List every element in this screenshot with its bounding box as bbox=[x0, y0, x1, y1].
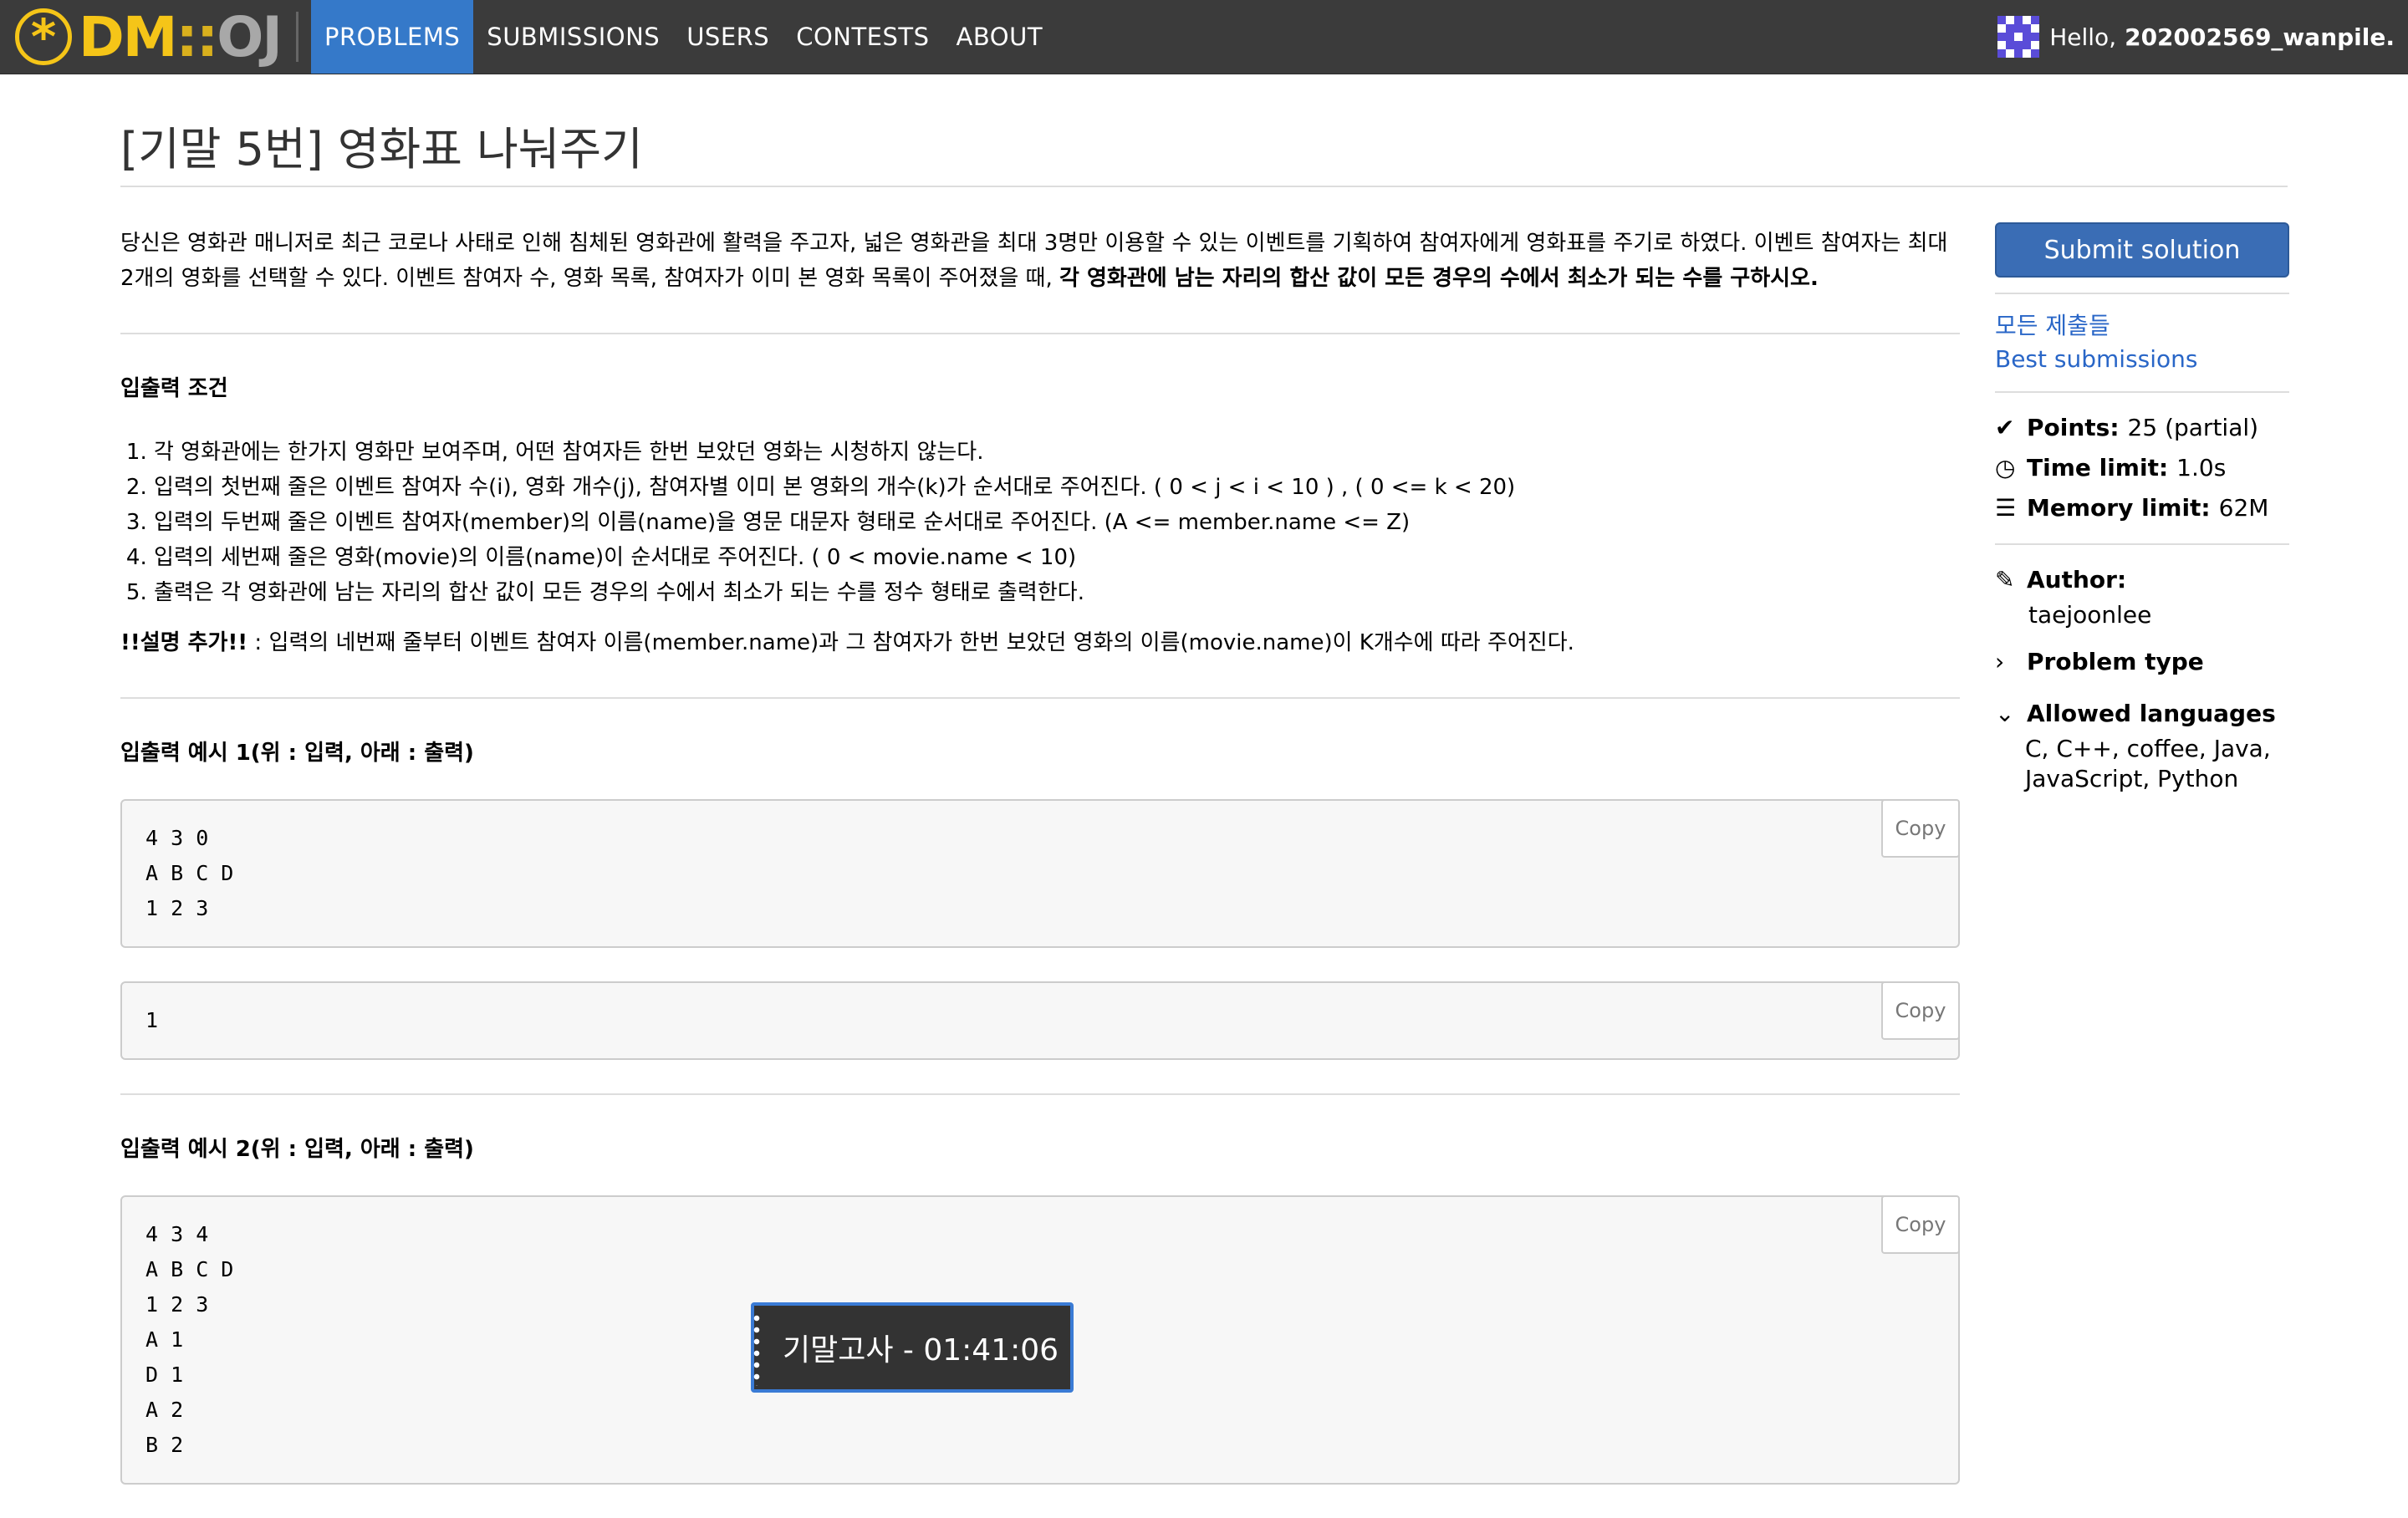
problem-intro: 당신은 영화관 매니저로 최근 코로나 사태로 인해 침체된 영화관에 활력을 … bbox=[120, 226, 1960, 296]
nav-users[interactable]: USERS bbox=[673, 0, 783, 74]
author-row: ✎ Author: bbox=[1995, 560, 2289, 600]
time-label: Time limit: bbox=[2027, 454, 2169, 481]
divider bbox=[1995, 391, 2289, 393]
list-item: 입력의 첫번째 줄은 이벤트 참여자 수(i), 영화 개수(j), 참여자별 … bbox=[154, 470, 1960, 505]
allowed-languages-label: Allowed languages bbox=[2027, 700, 2276, 727]
user-menu[interactable]: Hello, 202002569_wanpile. bbox=[1997, 0, 2395, 74]
extra-note: !!설명 추가!! : 입력의 네번째 줄부터 이벤트 참여자 이름(membe… bbox=[120, 625, 1960, 660]
drag-handle[interactable] bbox=[752, 1312, 761, 1386]
divider bbox=[1995, 293, 2289, 294]
intro-bold: 각 영화관에 남는 자리의 합산 값이 모든 경우의 수에서 최소가 되는 수를… bbox=[1059, 266, 1819, 291]
clock-icon: ◷ bbox=[1995, 454, 2016, 481]
logo-divider bbox=[296, 12, 298, 62]
top-navbar: * DM::OJ PROBLEMS SUBMISSIONS USERS CONT… bbox=[0, 0, 2408, 74]
greeting: Hello, bbox=[2049, 23, 2117, 51]
asterisk-logo-icon: * bbox=[15, 8, 72, 65]
points-row: ✔ Points: 25 (partial) bbox=[1995, 408, 2289, 448]
example1-input: 4 3 0 A B C D 1 2 3 Copy bbox=[120, 799, 1960, 948]
allowed-languages-toggle[interactable]: ⌄ Allowed languages bbox=[1995, 694, 2289, 734]
list-item: 출력은 각 영화관에 남는 자리의 합산 값이 모든 경우의 수에서 최소가 되… bbox=[154, 575, 1960, 610]
list-item: 각 영화관에는 한가지 영화만 보여주며, 어떤 참여자든 한번 보았던 영화는… bbox=[154, 435, 1960, 470]
divider bbox=[120, 697, 1960, 699]
problem-type-toggle[interactable]: › Problem type bbox=[1995, 642, 2289, 682]
example1-input-text: 4 3 0 A B C D 1 2 3 bbox=[145, 826, 234, 920]
problem-sidebar: Submit solution 모든 제출들 Best submissions … bbox=[1995, 222, 2289, 794]
nav-about[interactable]: ABOUT bbox=[943, 0, 1057, 74]
problem-type-label: Problem type bbox=[2027, 648, 2204, 675]
chevron-right-icon: › bbox=[1995, 648, 2005, 675]
check-icon: ✔ bbox=[1995, 414, 2015, 441]
nav-menu: PROBLEMS SUBMISSIONS USERS CONTESTS ABOU… bbox=[311, 0, 1056, 74]
page-title: [기말 5번] 영화표 나눠주기 bbox=[120, 123, 643, 176]
example2-heading: 입출력 예시 2(위 : 입력, 아래 : 출력) bbox=[120, 1137, 474, 1162]
example1-heading: 입출력 예시 1(위 : 입력, 아래 : 출력) bbox=[120, 741, 474, 766]
nav-problems[interactable]: PROBLEMS bbox=[311, 0, 474, 74]
logo-oj: OJ bbox=[217, 4, 283, 69]
logo-text: DM::OJ bbox=[79, 4, 283, 69]
title-divider bbox=[120, 186, 2288, 187]
memory-limit-row: ☰ Memory limit: 62M bbox=[1995, 488, 2289, 528]
copy-button[interactable]: Copy bbox=[1881, 981, 1960, 1040]
io-heading: 입출력 조건 bbox=[120, 376, 228, 401]
time-value: 1.0s bbox=[2176, 454, 2227, 481]
points-value: 25 (partial) bbox=[2127, 414, 2259, 441]
nav-submissions[interactable]: SUBMISSIONS bbox=[473, 0, 673, 74]
all-submissions-link[interactable]: 모든 제출들 bbox=[1995, 309, 2289, 343]
logo-sep: :: bbox=[176, 4, 218, 69]
allowed-languages-list: C, C++, coffee, Java, JavaScript, Python bbox=[2025, 735, 2271, 792]
example2-input-text: 4 3 4 A B C D 1 2 3 A 1 D 1 A 2 B 2 bbox=[145, 1222, 234, 1457]
logo-dm: DM bbox=[79, 4, 177, 69]
io-conditions-list: 각 영화관에는 한가지 영화만 보여주며, 어떤 참여자든 한번 보았던 영화는… bbox=[120, 435, 1960, 610]
time-limit-row: ◷ Time limit: 1.0s bbox=[1995, 448, 2289, 488]
nav-contests[interactable]: CONTESTS bbox=[783, 0, 942, 74]
memory-label: Memory limit: bbox=[2027, 494, 2211, 522]
author-label: Author: bbox=[2027, 566, 2127, 593]
example1-output-text: 1 bbox=[145, 1008, 159, 1032]
note-bold: !!설명 추가!! bbox=[120, 630, 248, 655]
divider bbox=[120, 333, 1960, 334]
timer-text: 기말고사 - 01:41:06 bbox=[783, 1333, 1059, 1368]
server-icon: ☰ bbox=[1995, 494, 2017, 522]
list-item: 입력의 세번째 줄은 영화(movie)의 이름(name)이 순서대로 주어진… bbox=[154, 540, 1960, 575]
points-label: Points: bbox=[2027, 414, 2120, 441]
site-logo[interactable]: * DM::OJ bbox=[15, 4, 283, 69]
copy-button[interactable]: Copy bbox=[1881, 799, 1960, 858]
contest-timer[interactable]: 기말고사 - 01:41:06 bbox=[751, 1302, 1074, 1393]
divider bbox=[1995, 543, 2289, 545]
copy-button[interactable]: Copy bbox=[1881, 1195, 1960, 1254]
edit-icon: ✎ bbox=[1995, 566, 2015, 593]
memory-value: 62M bbox=[2218, 494, 2269, 522]
avatar bbox=[1997, 16, 2040, 58]
note-text: : 입력의 네번째 줄부터 이벤트 참여자 이름(member.name)과 그… bbox=[247, 630, 1574, 655]
example1-output: 1 Copy bbox=[120, 981, 1960, 1060]
author-name[interactable]: taejoonlee bbox=[1995, 600, 2289, 630]
list-item: 입력의 두번째 줄은 이벤트 참여자(member)의 이름(name)을 영문… bbox=[154, 505, 1960, 540]
username: 202002569_wanpile. bbox=[2125, 23, 2395, 51]
best-submissions-link[interactable]: Best submissions bbox=[1995, 343, 2289, 376]
submit-solution-button[interactable]: Submit solution bbox=[1995, 222, 2289, 278]
divider bbox=[120, 1093, 1960, 1095]
chevron-down-icon: ⌄ bbox=[1995, 700, 2015, 727]
